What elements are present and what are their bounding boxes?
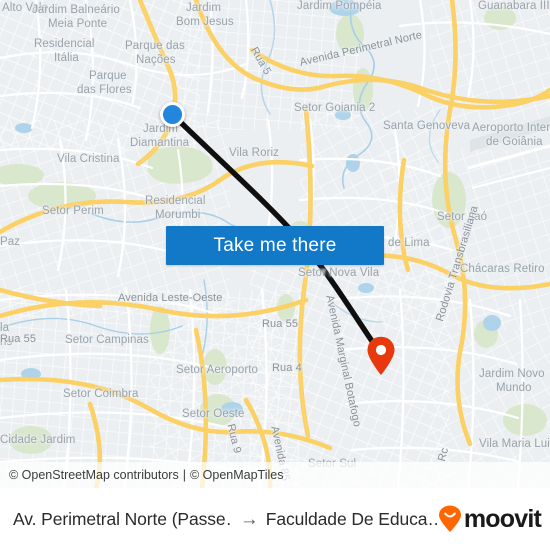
moovit-pin-icon <box>438 505 461 532</box>
arrow-right-icon: → <box>239 508 259 530</box>
moovit-logo[interactable]: moovit <box>437 504 542 533</box>
destination-marker[interactable] <box>366 336 396 376</box>
route-summary[interactable]: Av. Perimetral Norte (Passe… → Faculdade… <box>13 509 437 530</box>
moovit-map-screen: .w { stroke:#ffffff; fill:none; stroke-l… <box>0 0 550 550</box>
route-footer-bar: Av. Perimetral Norte (Passe… → Faculdade… <box>0 488 550 550</box>
attribution-osm[interactable]: © OpenStreetMap contributors <box>9 468 179 482</box>
route-origin-label: Av. Perimetral Norte (Passe… <box>13 508 233 529</box>
take-me-there-button[interactable]: Take me there <box>166 226 384 265</box>
map-pin-icon <box>367 336 395 375</box>
attribution-omt[interactable]: © OpenMapTiles <box>190 468 284 482</box>
route-destination-label: Faculdade De Educa… <box>265 508 437 529</box>
moovit-wordmark: moovit <box>463 504 542 533</box>
origin-marker[interactable] <box>160 102 185 127</box>
map-canvas[interactable]: .w { stroke:#ffffff; fill:none; stroke-l… <box>0 0 550 488</box>
attribution-separator: | <box>182 468 186 482</box>
map-attribution: © OpenStreetMap contributors | © OpenMap… <box>0 462 550 488</box>
